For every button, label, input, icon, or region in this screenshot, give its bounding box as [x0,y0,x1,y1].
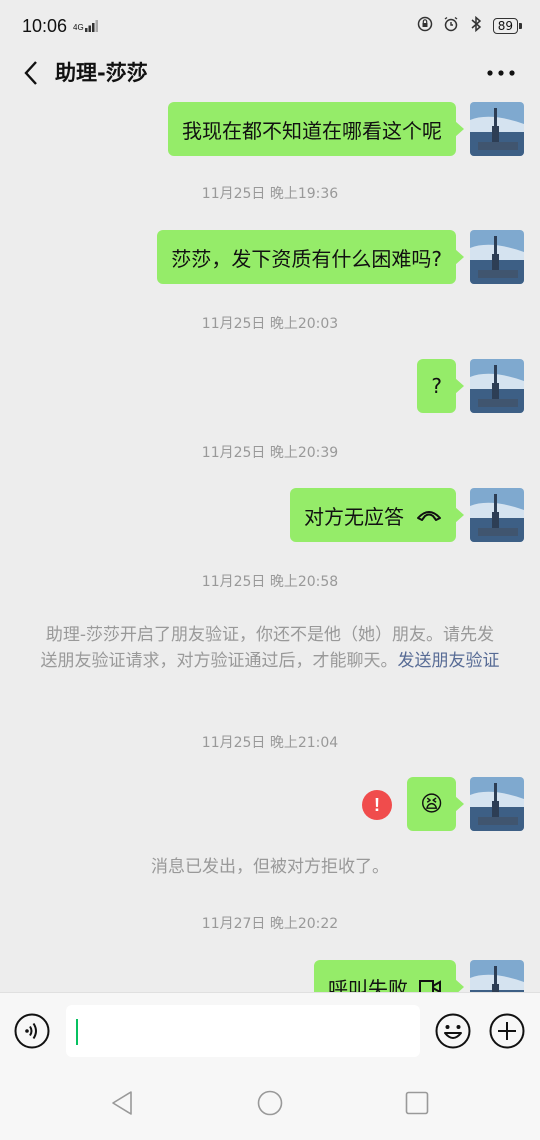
input-bar [0,992,540,1062]
emoji-button[interactable] [435,1013,471,1049]
message-text: 😫 [420,791,443,817]
clock: 10:06 [22,15,68,36]
message-text: 对方无应答 [304,504,404,529]
avatar[interactable] [470,488,524,542]
send-verification-link[interactable]: 发送朋友验证 [398,651,500,671]
voice-icon [14,1013,50,1049]
avatar[interactable] [470,960,524,992]
more-functions-button[interactable] [489,1013,525,1049]
system-navigation-bar [0,1062,540,1140]
chat-area[interactable]: 我现在都不知道在哪看这个呢 11月25日 晚上19:36 莎莎，发下资质有什么困… [0,94,540,992]
message-bubble[interactable]: 😫 [407,777,464,831]
message-text: 我现在都不知道在哪看这个呢 [182,118,442,143]
alarm-icon [443,16,459,36]
system-back-icon[interactable] [110,1090,136,1116]
chevron-left-icon [24,61,37,85]
avatar[interactable] [470,102,524,156]
emoji-icon [435,1013,471,1049]
message-text: ? [431,374,442,398]
call-bubble[interactable]: 对方无应答 [290,488,464,542]
avatar[interactable] [470,359,524,413]
message-text: 呼叫失败 [328,976,408,993]
message-bubble[interactable]: 我现在都不知道在哪看这个呢 [168,102,464,156]
system-recents-icon[interactable] [404,1090,430,1116]
chat-header: 助理-莎莎 [0,52,540,94]
timestamp: 11月27日 晚上20:22 [201,916,339,932]
timestamp: 11月25日 晚上20:58 [201,574,339,590]
timestamp: 11月25日 晚上20:39 [201,445,339,461]
signal-label: 4G [73,23,84,32]
timestamp: 11月25日 晚上21:04 [201,735,339,751]
rejected-notice: 消息已发出，但被对方拒收了。 [151,857,389,877]
voice-button[interactable] [14,1013,50,1049]
video-call-icon [419,980,441,992]
plus-icon [489,1013,525,1049]
message-row: 😫 [407,777,524,831]
error-icon[interactable]: ! [362,790,392,820]
message-bubble[interactable]: ? [417,359,464,413]
message-row: 对方无应答 [290,488,524,542]
system-home-icon[interactable] [257,1090,283,1116]
bluetooth-icon [469,15,483,36]
chat-title: 助理-莎莎 [55,61,148,85]
timestamp: 11月25日 晚上20:03 [201,316,339,332]
message-row: ? [417,359,524,413]
message-bubble[interactable]: 莎莎，发下资质有什么困难吗? [157,230,464,284]
message-text: 莎莎，发下资质有什么困难吗? [171,246,442,271]
message-row: 我现在都不知道在哪看这个呢 [168,102,524,156]
more-button[interactable] [484,58,518,88]
avatar[interactable] [470,777,524,831]
lock-rotation-icon [417,16,433,36]
message-row: 呼叫失败 [314,960,524,992]
message-input[interactable] [66,1005,420,1057]
status-bar: 10:06 4G 89 [0,0,540,52]
text-caret [76,1019,78,1045]
hangup-icon [417,511,441,521]
message-row: 莎莎，发下资质有什么困难吗? [157,230,524,284]
more-dots-icon [487,70,515,76]
call-bubble[interactable]: 呼叫失败 [314,960,464,993]
timestamp: 11月25日 晚上19:36 [201,186,339,202]
battery-icon: 89 [492,18,523,34]
signal-icon: 4G [73,20,99,32]
avatar[interactable] [470,230,524,284]
friend-verification-notice: 助理-莎莎开启了朋友验证，你还不是他（她）朋友。请先发送朋友验证请求，对方验证通… [40,622,500,674]
back-button[interactable] [16,58,46,88]
